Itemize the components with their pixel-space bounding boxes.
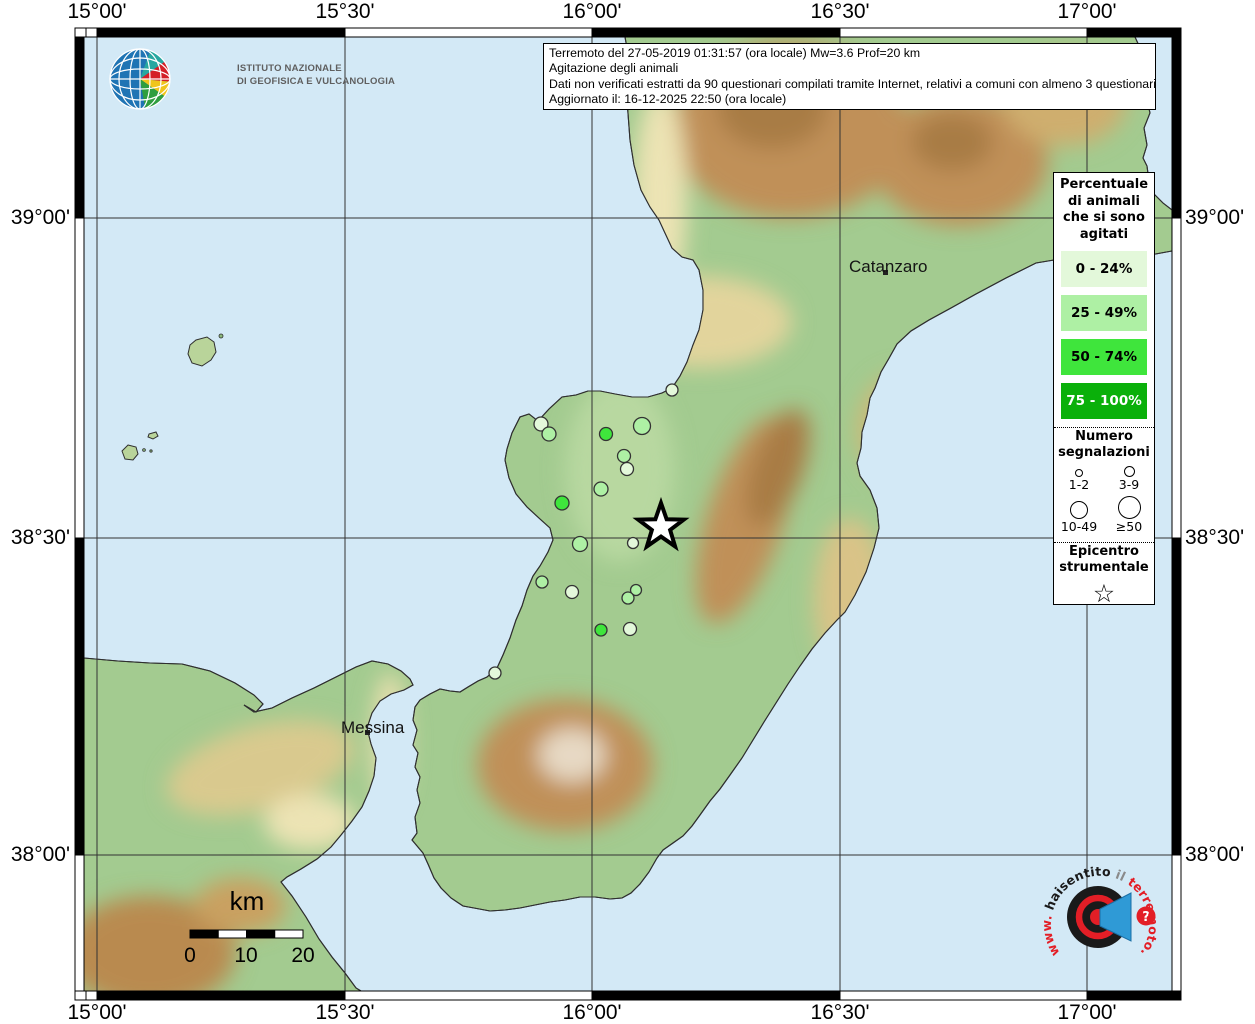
legend-title-line: Percentuale [1054,177,1154,194]
legend-title: Percentuale di animali che si sono agita… [1054,177,1154,243]
observation-point [600,428,613,441]
count-label: 1-2 [1069,478,1089,492]
legend-count-item: ≥50 [1104,492,1154,534]
title-line-event: Terremoto del 27-05-2019 01:31:57 (ora l… [549,46,1150,61]
observation-point [666,384,678,396]
legend-epicenter-title-line: Epicentro [1054,544,1154,560]
count-circle-icon [1124,466,1135,477]
lon-tick-bottom: 16°30' [792,1001,888,1024]
city-label-messina: Messina [341,718,404,738]
legend-count-item: 3-9 [1104,462,1154,492]
legend-title-line: di animali [1054,194,1154,211]
lon-tick-bottom: 15°30' [297,1001,393,1024]
lat-tick-left: 38°00' [0,843,70,867]
observation-point [542,427,556,441]
earthquake-map-figure: 15°00' 15°30' 16°00' 16°30' 17°00' 15°00… [0,0,1255,1024]
lon-tick-top: 17°00' [1039,0,1135,24]
lon-tick-bottom: 15°00' [49,1001,145,1024]
count-circle-icon [1075,469,1083,477]
legend-count-title-line: segnalazioni [1054,445,1154,461]
title-line-source: Dati non verificati estratti da 90 quest… [549,77,1150,92]
lon-tick-top: 15°30' [297,0,393,24]
lat-tick-right: 38°30' [1185,526,1255,550]
scale-tick-label: 10 [216,944,276,968]
islet [219,334,223,338]
count-label: 10-49 [1061,520,1097,534]
scale-unit-label: km [207,886,287,917]
legend-panel: Percentuale di animali che si sono agita… [1053,172,1155,605]
ingv-logo-icon [102,46,182,112]
lon-tick-bottom: 16°00' [544,1001,640,1024]
lat-tick-left: 39°00' [0,206,70,230]
scale-bar [190,930,303,938]
count-label: ≥50 [1116,520,1142,534]
ingv-name-line1: ISTITUTO NAZIONALE [237,62,395,75]
lon-tick-top: 16°30' [792,0,888,24]
lat-tick-right: 38°00' [1185,843,1255,867]
islet [150,450,152,452]
title-line-subject: Agitazione degli animali [549,61,1150,76]
observation-point [489,667,501,679]
islet [143,449,146,452]
observation-point [566,586,579,599]
observation-point [594,482,608,496]
legend-swatch-list: 0 - 24% 25 - 49% 50 - 74% 75 - 100% [1054,251,1154,419]
legend-count-item: 10-49 [1054,492,1104,534]
city-label-catanzaro: Catanzaro [849,257,927,277]
observation-point [621,463,634,476]
title-line-updated: Aggiornato il: 16-12-2025 22:50 (ora loc… [549,92,1150,107]
lon-tick-bottom: 17°00' [1039,1001,1135,1024]
count-label: 3-9 [1119,478,1139,492]
legend-count-title-line: Numero [1054,429,1154,445]
legend-title-line: agitati [1054,227,1154,244]
legend-swatch: 25 - 49% [1061,295,1147,331]
legend-epicenter-title-line: strumentale [1054,560,1154,576]
legend-count-title: Numero segnalazioni [1054,429,1154,461]
scale-tick-label: 20 [273,944,333,968]
legend-swatch: 0 - 24% [1061,251,1147,287]
legend-divider [1054,427,1154,428]
observation-point [634,418,651,435]
legend-epicenter-title: Epicentro strumentale [1054,544,1154,576]
observation-point [595,624,607,636]
lon-tick-top: 15°00' [49,0,145,24]
observation-point [536,576,548,588]
observation-point [622,592,634,604]
ingv-logo-text: ISTITUTO NAZIONALE DI GEOFISICA E VULCAN… [237,62,395,88]
legend-divider [1054,542,1154,543]
legend-title-line: che si sono [1054,210,1154,227]
ingv-name-line2: DI GEOFISICA E VULCANOLOGIA [237,75,395,88]
haisentitoilterremoto-logo: ? www. haisentito il terremoto.it [1033,850,1169,994]
lat-tick-right: 39°00' [1185,206,1255,230]
lon-tick-top: 16°00' [544,0,640,24]
legend-swatch: 50 - 74% [1061,339,1147,375]
observation-point [628,538,639,549]
count-circle-icon [1070,501,1088,519]
watermark-il: il [1114,867,1129,884]
title-box: Terremoto del 27-05-2019 01:31:57 (ora l… [543,43,1156,110]
observation-point [555,496,569,510]
watermark-www: www. [1039,914,1062,959]
legend-count-item: 1-2 [1054,462,1104,492]
scale-tick-label: 0 [160,944,220,968]
lat-tick-left: 38°30' [0,526,70,550]
count-circle-icon [1118,496,1141,519]
observation-point [573,537,588,552]
legend-swatch: 75 - 100% [1061,383,1147,419]
epicenter-star-icon: ☆ [1054,579,1154,605]
observation-point [618,450,631,463]
legend-count-grid: 1-2 3-9 10-49 ≥50 [1054,462,1154,534]
observation-point [624,623,637,636]
